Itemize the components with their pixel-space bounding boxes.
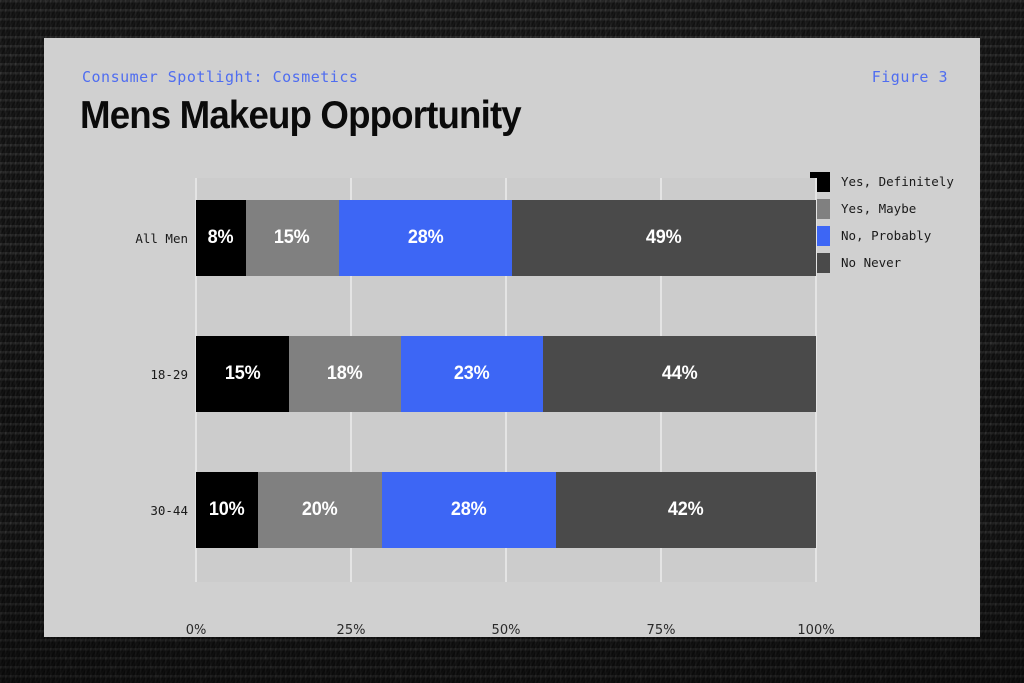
chart-plot-area: All Men 8% 15% 28% 49% 18-29 15% 18% 23% 44% 30-44… (135, 178, 872, 602)
bar-segment[interactable]: 20% (258, 472, 382, 548)
figure-number-label: Figure 3 (871, 68, 948, 86)
bar-segment[interactable]: 42% (555, 472, 816, 548)
x-axis-tick-label: 0% (185, 623, 207, 638)
x-axis-tick-labels: 0% 25% 50% 75% 100% (152, 623, 872, 645)
bar-segment-value-label: 15% (274, 227, 310, 248)
chart-row: 18-29 15% 18% 23% 44% (150, 336, 872, 412)
bar-segment-value-label: 8% (207, 227, 234, 248)
bar-segment-value-label: 10% (209, 499, 245, 520)
bar-segment-value-label: 28% (407, 227, 444, 248)
chart-row: 30-44 10% 20% 28% 42% (150, 472, 872, 548)
bar-segment[interactable]: 8% (196, 200, 246, 276)
x-axis-tick-label: 25% (336, 623, 366, 638)
bar-segment-value-label: 49% (646, 227, 682, 248)
bar-segment-value-label: 44% (661, 363, 698, 384)
chart-row: All Men 8% 15% 28% 49% (135, 200, 872, 276)
row-category-label: All Men (135, 230, 188, 246)
bar-segment-value-label: 15% (224, 363, 261, 384)
x-axis-tick-label: 100% (797, 623, 835, 638)
screenshot-stage: Consumer Spotlight: Cosmetics Figure 3 M… (0, 0, 1024, 683)
bar-segment-value-label: 20% (302, 499, 338, 520)
stacked-bar: 8% 15% 28% 49% (196, 200, 816, 276)
bar-segment[interactable]: 28% (338, 200, 513, 276)
bar-segment[interactable]: 15% (196, 336, 289, 412)
chart-card: Consumer Spotlight: Cosmetics Figure 3 M… (44, 38, 980, 638)
stacked-bar: 10% 20% 28% 42% (196, 472, 816, 548)
bar-segment[interactable]: 23% (400, 336, 544, 412)
bar-segment[interactable]: 49% (512, 200, 816, 276)
row-category-label: 18-29 (150, 366, 188, 382)
page-title: Mens Makeup Opportunity (80, 94, 522, 137)
bar-segment-value-label: 42% (667, 499, 704, 520)
x-axis-tick-label: 75% (646, 623, 676, 638)
x-axis-tick-label: 50% (491, 623, 521, 638)
bar-segment[interactable]: 15% (245, 200, 339, 276)
bar-segment-value-label: 28% (451, 499, 487, 520)
row-category-label: 30-44 (150, 502, 188, 518)
bar-segment[interactable]: 44% (543, 336, 816, 412)
eyebrow-label: Consumer Spotlight: Cosmetics (82, 68, 359, 86)
bar-segment-value-label: 23% (454, 363, 490, 384)
stacked-bar: 15% 18% 23% 44% (196, 336, 816, 412)
bar-segment[interactable]: 10% (196, 472, 258, 548)
bar-segment-value-label: 18% (327, 363, 363, 384)
bar-segment[interactable]: 28% (382, 472, 556, 548)
bar-segment[interactable]: 18% (289, 336, 401, 412)
